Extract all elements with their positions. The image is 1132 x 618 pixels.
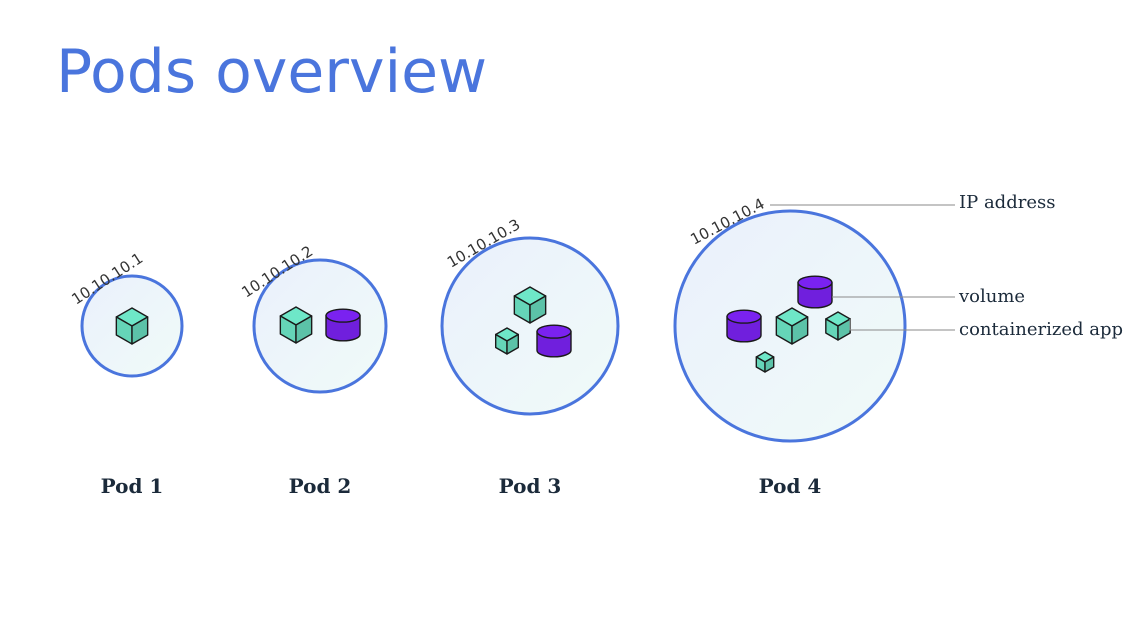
pod-4-label: Pod 4 bbox=[759, 474, 822, 498]
pod-3-label: Pod 3 bbox=[499, 474, 562, 498]
page-title: Pods overview bbox=[56, 37, 487, 107]
pod-4-cylinder-icon-left bbox=[726, 309, 762, 343]
pod-3-cylinder-icon bbox=[536, 324, 572, 358]
pod-2-label: Pod 2 bbox=[289, 474, 352, 498]
legend-containerized-app: containerized app bbox=[959, 319, 1123, 340]
pod-1-label: Pod 1 bbox=[101, 474, 164, 498]
legend-ip-address: IP address bbox=[959, 192, 1055, 213]
legend-volume: volume bbox=[958, 286, 1025, 307]
pod-2-cylinder-icon bbox=[325, 308, 361, 342]
pod-4-cylinder-icon-top bbox=[797, 275, 833, 309]
pod-4-cube-icon-small bbox=[755, 351, 775, 373]
pod-4-cube-icon-medium bbox=[825, 311, 851, 341]
pod-3-cube-icon-small bbox=[494, 327, 520, 355]
pods-overview-diagram: Pods overview 10.10.10.1 10.10.10.2 10.1… bbox=[56, 37, 1123, 498]
pod-3-circle bbox=[440, 236, 620, 416]
